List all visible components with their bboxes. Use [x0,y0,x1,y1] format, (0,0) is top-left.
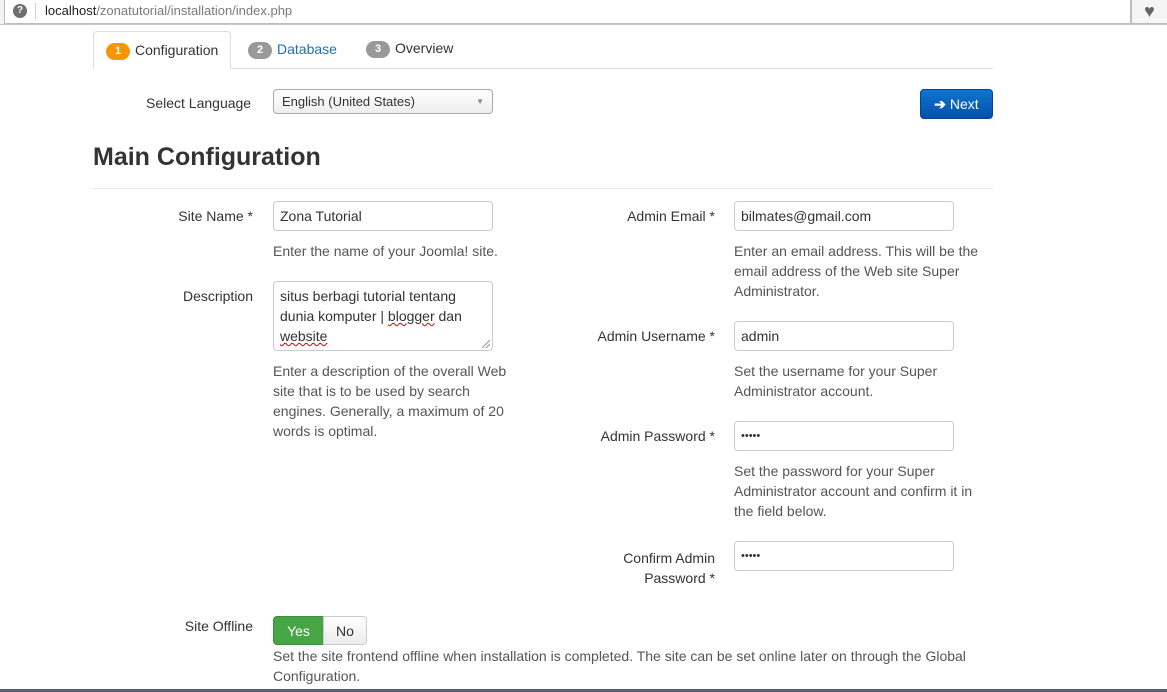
admin-password-label: Admin Password * [600,428,715,444]
browser-address-bar: ? localhost/zonatutorial/installation/in… [0,0,1167,25]
confirm-password-label-line: Confirm Admin [623,550,715,566]
globe-icon[interactable]: ? [13,4,27,18]
site-offline-no-button[interactable]: No [323,616,367,645]
url-host: localhost [45,3,97,18]
next-button-label: Next [949,96,979,112]
resize-handle[interactable] [482,340,490,348]
admin-username-label: Admin Username * [597,328,716,344]
section-title: Main Configuration [93,143,321,171]
description-help: Enter a description of the overall Web s… [273,363,507,439]
arrow-right-icon: ➔ [934,96,947,112]
step-badge: 3 [366,41,390,58]
admin-username-input[interactable]: admin [734,321,954,351]
admin-email-help: Enter an email address. This will be the… [734,243,979,299]
description-textarea[interactable]: situs berbagi tutorial tentang dunia kom… [273,281,493,351]
admin-username-help: Set the username for your Super Administ… [734,363,938,399]
confirm-password-input[interactable]: ••••• [734,541,954,571]
install-steps-tabs: 1 Configuration 2 Database 3 Overview [93,31,993,69]
section-divider [93,188,993,189]
chevron-down-icon: ▼ [476,97,484,106]
language-selected-value: English (United States) [282,94,415,109]
tab-label: Overview [395,40,454,56]
confirm-password-label-line: Password * [644,570,715,586]
site-name-input[interactable]: Zona Tutorial [273,201,493,231]
site-offline-yes-button[interactable]: Yes [273,616,324,645]
description-text: dan [434,308,462,324]
description-line: dunia komputer | blogger dan [280,306,486,326]
description-line: website [280,326,486,346]
url-path: /zonatutorial/installation/index.php [96,3,293,18]
admin-email-label: Admin Email * [627,208,715,224]
description-label: Description [182,288,253,304]
description-text: dunia komputer | [280,308,388,324]
tab-database[interactable]: 2 Database [236,31,349,69]
site-name-help: Enter the name of your Joomla! site. [273,243,498,259]
language-label: Select Language [146,95,252,111]
confirm-password-label: Confirm Admin Password * [560,548,715,588]
site-offline-help: Set the site frontend offline when insta… [273,648,966,684]
url-separator [35,3,36,20]
next-button[interactable]: ➔ Next [920,89,993,119]
admin-email-input[interactable]: bilmates@gmail.com [734,201,954,231]
language-select[interactable]: English (United States) ▼ [273,89,493,114]
tab-overview[interactable]: 3 Overview [354,31,465,69]
url-text[interactable]: localhost/zonatutorial/installation/inde… [45,3,292,18]
spellcheck-word: blogger [387,308,435,324]
step-badge: 2 [248,42,272,59]
site-offline-label: Site Offline [184,618,253,634]
site-name-label: Site Name * [178,208,253,224]
spellcheck-word: website [280,328,328,344]
bookmark-button[interactable]: ♥ [1131,0,1167,24]
admin-password-help: Set the password for your Super Administ… [734,463,973,519]
step-badge: 1 [106,43,130,60]
description-line: situs berbagi tutorial tentang [280,288,456,304]
heart-icon: ♥ [1144,1,1155,21]
admin-password-input[interactable]: ••••• [734,421,954,451]
url-field[interactable]: ? localhost/zonatutorial/installation/in… [4,0,1131,24]
tab-label: Configuration [135,42,219,58]
tab-label: Database [277,41,337,57]
tab-configuration[interactable]: 1 Configuration [93,31,232,69]
